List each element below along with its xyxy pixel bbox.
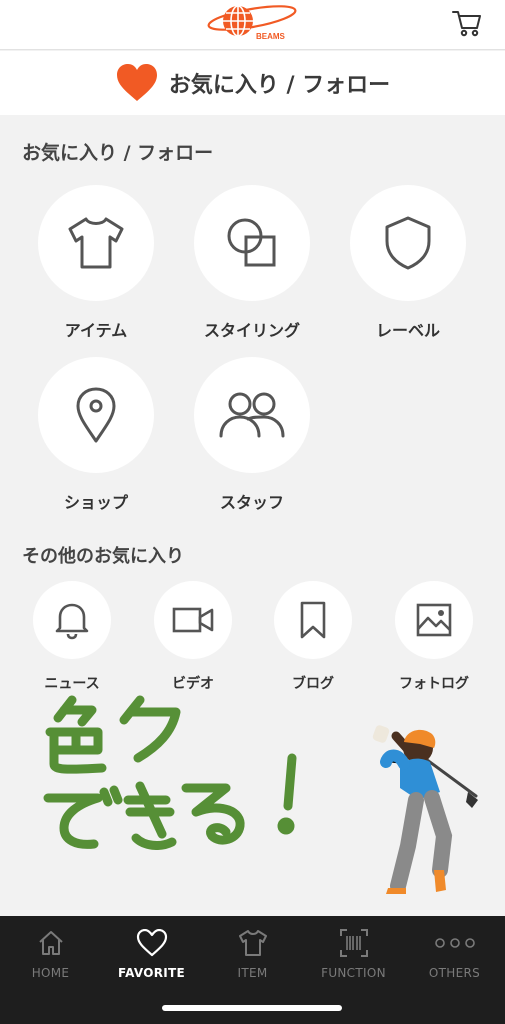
favorite-styling-tile[interactable]: スタイリング (175, 185, 329, 341)
tab-others[interactable]: OTHERS (404, 926, 505, 980)
tab-function[interactable]: FUNCTION (303, 926, 404, 980)
video-camera-icon (172, 607, 214, 633)
photolog-icon-circle (395, 581, 473, 659)
tab-favorite-label: FAVORITE (117, 966, 186, 980)
cart-icon[interactable] (451, 8, 483, 38)
shield-icon (385, 216, 431, 270)
other-video-tile[interactable]: ビデオ (133, 581, 253, 693)
favorite-shop-label: ショップ (63, 493, 128, 512)
tab-favorite[interactable]: FAVORITE (101, 926, 202, 980)
page-header: お気に入り / フォロー (0, 51, 505, 115)
other-section-title: その他のお気に入り (22, 546, 184, 567)
favorite-staff-tile[interactable]: スタッフ (175, 357, 329, 513)
brand-text: BEAMS (256, 32, 286, 41)
other-news-tile[interactable]: ニュース (12, 581, 132, 693)
bookmark-icon (300, 601, 326, 639)
video-icon-circle (154, 581, 232, 659)
heart-icon (136, 929, 167, 957)
favorite-label-label: レーベル (375, 321, 440, 340)
bell-icon (55, 603, 89, 640)
beams-logo[interactable]: BEAMS (206, 2, 298, 42)
news-icon-circle (33, 581, 111, 659)
favorite-label-tile[interactable]: レーベル (331, 185, 485, 341)
tab-home[interactable]: HOME (0, 926, 101, 980)
heart-icon (116, 64, 157, 101)
tab-others-label: OTHERS (428, 966, 481, 980)
favorites-section-title: お気に入り / フォロー (22, 142, 214, 164)
other-photolog-label: フォトログ (399, 676, 469, 692)
people-icon (219, 392, 285, 438)
barcode-scan-icon (339, 929, 368, 957)
favorite-item-label: アイテム (64, 321, 128, 340)
golfer-sticker (372, 725, 478, 894)
tshirt-icon (68, 217, 124, 269)
top-bar: BEAMS (0, 0, 505, 50)
page-title: お気に入り / フォロー (168, 73, 391, 98)
favorite-shop-tile[interactable]: ショップ (19, 357, 173, 513)
blog-icon-circle (274, 581, 352, 659)
styling-icon-circle (194, 185, 310, 301)
staff-icon-circle (194, 357, 310, 473)
tab-function-label: FUNCTION (321, 966, 386, 980)
tab-item[interactable]: ITEM (202, 926, 303, 980)
more-dots-icon (434, 938, 475, 948)
favorite-styling-label: スタイリング (203, 321, 300, 340)
favorite-staff-label: スタッフ (219, 493, 284, 512)
tshirt-icon (238, 930, 267, 956)
shop-icon-circle (38, 357, 154, 473)
tab-home-label: HOME (31, 966, 70, 980)
styling-icon (227, 218, 276, 267)
home-icon (38, 931, 63, 955)
item-icon-circle (38, 185, 154, 301)
other-blog-tile[interactable]: ブログ (253, 581, 373, 693)
handwriting-overlay (43, 695, 297, 850)
tab-item-label: ITEM (237, 966, 268, 980)
home-indicator (162, 1005, 342, 1011)
other-photolog-tile[interactable]: フォトログ (374, 581, 494, 693)
favorite-item-tile[interactable]: アイテム (19, 185, 173, 341)
location-pin-icon (76, 387, 116, 443)
image-icon (416, 603, 452, 637)
label-icon-circle (350, 185, 466, 301)
